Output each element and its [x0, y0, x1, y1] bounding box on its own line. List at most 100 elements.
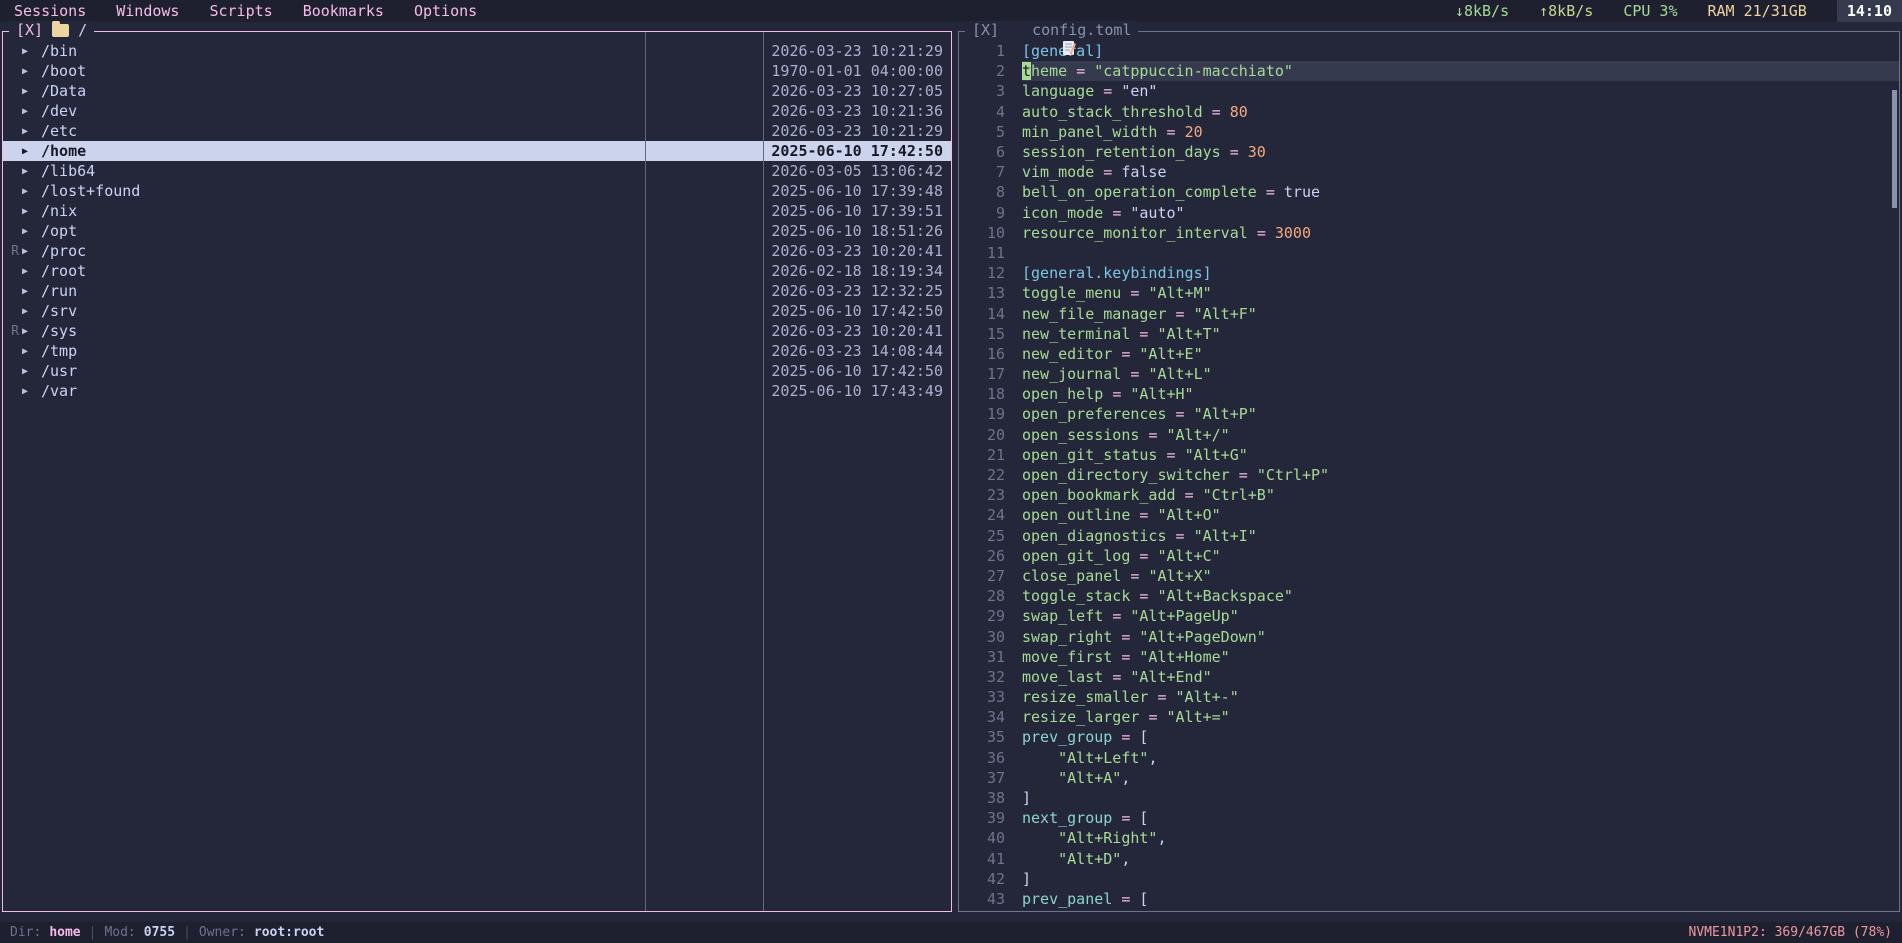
editor-line[interactable]: 29swap_left = "Alt+PageUp" [959, 606, 1899, 626]
editor-line[interactable]: 15new_terminal = "Alt+T" [959, 324, 1899, 344]
editor-line[interactable]: 9icon_mode = "auto" [959, 203, 1899, 223]
editor-line[interactable]: 8bell_on_operation_complete = true [959, 182, 1899, 202]
editor-content[interactable]: 1[general]2theme = "catppuccin-macchiato… [959, 41, 1899, 909]
file-row[interactable]: ▶/srv2025-06-10 17:42:50 [3, 301, 951, 321]
close-panel-button[interactable]: [X] [16, 21, 43, 39]
expand-arrow-icon[interactable]: ▶ [22, 306, 41, 317]
line-code: open_preferences = "Alt+P" [1022, 404, 1899, 424]
file-row[interactable]: ▶/lib642026-03-05 13:06:42 [3, 161, 951, 181]
file-row[interactable]: ▶/nix2025-06-10 17:39:51 [3, 201, 951, 221]
editor-line[interactable]: 43prev_panel = [ [959, 889, 1899, 909]
editor-line[interactable]: 27close_panel = "Alt+X" [959, 566, 1899, 586]
expand-arrow-icon[interactable]: ▶ [22, 326, 41, 337]
line-code: "Alt+Left", [1022, 748, 1899, 768]
expand-arrow-icon[interactable]: ▶ [22, 126, 41, 137]
editor-line[interactable]: 36 "Alt+Left", [959, 748, 1899, 768]
editor-line[interactable]: 30swap_right = "Alt+PageDown" [959, 626, 1899, 646]
file-row[interactable]: ▶/dev2026-03-23 10:21:36 [3, 101, 951, 121]
editor-line[interactable]: 4auto_stack_threshold = 80 [959, 102, 1899, 122]
editor-line[interactable]: 26open_git_log = "Alt+C" [959, 546, 1899, 566]
line-code: open_help = "Alt+H" [1022, 384, 1899, 404]
editor-line[interactable]: 37 "Alt+A", [959, 768, 1899, 788]
editor-line[interactable]: 12[general.keybindings] [959, 263, 1899, 283]
expand-arrow-icon[interactable]: ▶ [22, 206, 41, 217]
file-row[interactable]: ▶/opt2025-06-10 18:51:26 [3, 221, 951, 241]
editor-line[interactable]: 3language = "en" [959, 81, 1899, 101]
editor-line[interactable]: 41 "Alt+D", [959, 849, 1899, 869]
editor-line[interactable]: 10resource_monitor_interval = 3000 [959, 223, 1899, 243]
editor-line[interactable]: 1[general] [959, 41, 1899, 61]
file-row[interactable]: ▶/usr2025-06-10 17:42:50 [3, 361, 951, 381]
editor-line[interactable]: 2theme = "catppuccin-macchiato" [959, 61, 1899, 81]
expand-arrow-icon[interactable]: ▶ [22, 266, 41, 277]
column-divider [763, 32, 764, 911]
menu-items: Sessions Windows Scripts Bookmarks Optio… [0, 2, 477, 20]
file-row[interactable]: R▶/proc2026-03-23 10:20:41 [3, 241, 951, 261]
expand-arrow-icon[interactable]: ▶ [22, 346, 41, 357]
editor-line[interactable]: 42] [959, 869, 1899, 889]
editor-line[interactable]: 28toggle_stack = "Alt+Backspace" [959, 586, 1899, 606]
editor-line[interactable]: 39next_group = [ [959, 808, 1899, 828]
line-number: 14 [959, 305, 1005, 323]
expand-arrow-icon[interactable]: ▶ [22, 106, 41, 117]
status-bar: Dir: home | Mod: 0755 | Owner: root:root… [0, 922, 1902, 943]
expand-arrow-icon[interactable]: ▶ [22, 286, 41, 297]
file-modified-date: 2025-06-10 17:39:51 [771, 202, 951, 220]
editor-line[interactable]: 40 "Alt+Right", [959, 828, 1899, 848]
editor-line[interactable]: 24open_outline = "Alt+O" [959, 505, 1899, 525]
file-row[interactable]: ▶/run2026-03-23 12:32:25 [3, 281, 951, 301]
file-row[interactable]: ▶/boot1970-01-01 04:00:00 [3, 61, 951, 81]
line-number: 17 [959, 365, 1005, 383]
file-row[interactable]: ▶/var2025-06-10 17:43:49 [3, 381, 951, 401]
file-row[interactable]: ▶/etc2026-03-23 10:21:29 [3, 121, 951, 141]
expand-arrow-icon[interactable]: ▶ [22, 86, 41, 97]
expand-arrow-icon[interactable]: ▶ [22, 46, 41, 57]
expand-arrow-icon[interactable]: ▶ [22, 66, 41, 77]
file-row[interactable]: ▶/bin2026-03-23 10:21:29 [3, 41, 951, 61]
line-number: 32 [959, 668, 1005, 686]
line-code: open_outline = "Alt+O" [1022, 505, 1899, 525]
editor-line[interactable]: 33resize_smaller = "Alt+-" [959, 687, 1899, 707]
editor-line[interactable]: 11 [959, 243, 1899, 263]
file-row[interactable]: ▶/home2025-06-10 17:42:50 [3, 141, 951, 161]
editor-line[interactable]: 17new_journal = "Alt+L" [959, 364, 1899, 384]
expand-arrow-icon[interactable]: ▶ [22, 366, 41, 377]
menu-windows[interactable]: Windows [116, 2, 179, 20]
editor-line[interactable]: 13toggle_menu = "Alt+M" [959, 283, 1899, 303]
editor-line[interactable]: 35prev_group = [ [959, 727, 1899, 747]
menu-bookmarks[interactable]: Bookmarks [303, 2, 384, 20]
editor-line[interactable]: 31move_first = "Alt+Home" [959, 647, 1899, 667]
menu-options[interactable]: Options [414, 2, 477, 20]
editor-line[interactable]: 16new_editor = "Alt+E" [959, 344, 1899, 364]
close-editor-button[interactable]: [X] [972, 21, 999, 39]
file-row[interactable]: R▶/sys2026-03-23 10:20:41 [3, 321, 951, 341]
editor-line[interactable]: 6session_retention_days = 30 [959, 142, 1899, 162]
menu-sessions[interactable]: Sessions [14, 2, 86, 20]
editor-line[interactable]: 18open_help = "Alt+H" [959, 384, 1899, 404]
editor-line[interactable]: 19open_preferences = "Alt+P" [959, 404, 1899, 424]
editor-line[interactable]: 7vim_mode = false [959, 162, 1899, 182]
expand-arrow-icon[interactable]: ▶ [22, 166, 41, 177]
editor-line[interactable]: 20open_sessions = "Alt+/" [959, 425, 1899, 445]
expand-arrow-icon[interactable]: ▶ [22, 226, 41, 237]
expand-arrow-icon[interactable]: ▶ [22, 186, 41, 197]
editor-line[interactable]: 23open_bookmark_add = "Ctrl+B" [959, 485, 1899, 505]
editor-line[interactable]: 25open_diagnostics = "Alt+I" [959, 526, 1899, 546]
file-row[interactable]: ▶/tmp2026-03-23 14:08:44 [3, 341, 951, 361]
editor-scrollbar[interactable] [1892, 90, 1897, 208]
editor-line[interactable]: 22open_directory_switcher = "Ctrl+P" [959, 465, 1899, 485]
expand-arrow-icon[interactable]: ▶ [22, 246, 41, 257]
expand-arrow-icon[interactable]: ▶ [22, 386, 41, 397]
editor-line[interactable]: 5min_panel_width = 20 [959, 122, 1899, 142]
editor-line[interactable]: 38] [959, 788, 1899, 808]
expand-arrow-icon[interactable]: ▶ [22, 146, 41, 157]
editor-line[interactable]: 32move_last = "Alt+End" [959, 667, 1899, 687]
editor-line[interactable]: 14new_file_manager = "Alt+F" [959, 303, 1899, 323]
file-row[interactable]: ▶/root2026-02-18 18:19:34 [3, 261, 951, 281]
file-modified-date: 2026-03-23 10:21:29 [771, 42, 951, 60]
file-row[interactable]: ▶/lost+found2025-06-10 17:39:48 [3, 181, 951, 201]
file-row[interactable]: ▶/Data2026-03-23 10:27:05 [3, 81, 951, 101]
editor-line[interactable]: 21open_git_status = "Alt+G" [959, 445, 1899, 465]
editor-line[interactable]: 34resize_larger = "Alt+=" [959, 707, 1899, 727]
menu-scripts[interactable]: Scripts [209, 2, 272, 20]
